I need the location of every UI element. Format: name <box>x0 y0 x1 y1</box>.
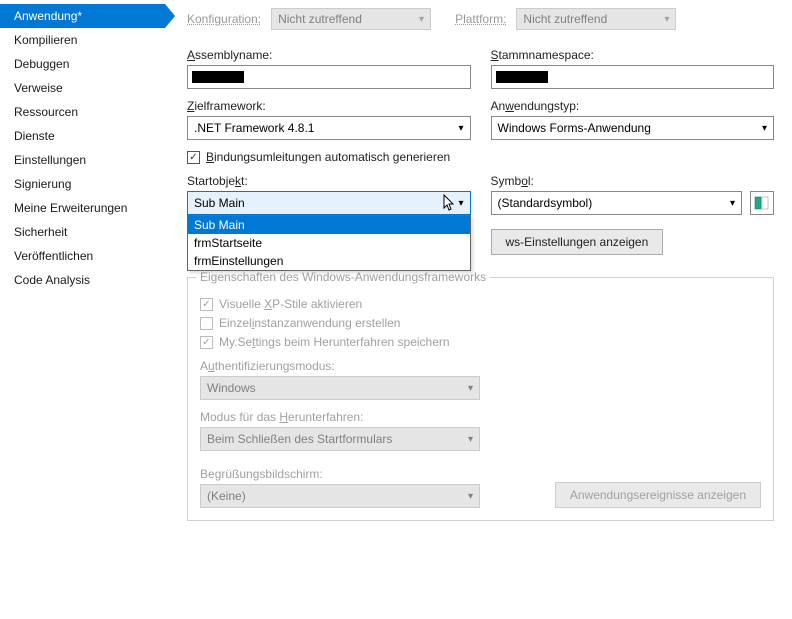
dropdown-item-frmeinstellungen[interactable]: frmEinstellungen <box>188 252 470 270</box>
mysettings-checkbox: ✓ <box>200 336 213 349</box>
single-checkbox <box>200 317 213 330</box>
startobj-select[interactable]: Sub Main▾ <box>187 191 471 215</box>
auth-select: Windows▾ <box>200 376 480 400</box>
sidebar-item-einstellungen[interactable]: Einstellungen <box>0 148 165 172</box>
sidebar-item-ressourcen[interactable]: Ressourcen <box>0 100 165 124</box>
framework-label: Zielframework: <box>187 99 471 113</box>
chevron-down-icon: ▾ <box>419 14 424 25</box>
config-select: Nicht zutreffend▾ <box>271 8 431 30</box>
chevron-down-icon: ▾ <box>468 491 473 502</box>
sidebar: Anwendung* Kompilieren Debuggen Verweise… <box>0 0 165 619</box>
config-row: Konfiguration: Nicht zutreffend▾ Plattfo… <box>187 8 774 30</box>
dropdown-item-submain[interactable]: Sub Main <box>188 216 470 234</box>
chevron-down-icon: ▾ <box>762 123 767 134</box>
shutdown-select: Beim Schließen des Startformulars▾ <box>200 427 480 451</box>
framework-select[interactable]: .NET Framework 4.8.1▾ <box>187 116 471 140</box>
main-panel: Konfiguration: Nicht zutreffend▾ Plattfo… <box>165 0 792 619</box>
autogen-label: Bindungsumleitungen automatisch generier… <box>206 150 450 164</box>
symbol-label: Symbol: <box>491 174 775 188</box>
namespace-label: Stammnamespace: <box>491 48 775 62</box>
sidebar-item-code-analysis[interactable]: Code Analysis <box>0 268 165 292</box>
symbol-browse-button[interactable] <box>750 191 774 215</box>
namespace-input[interactable] <box>491 65 775 89</box>
view-windows-settings-button[interactable]: ws-Einstellungen anzeigen <box>491 229 664 255</box>
platform-select: Nicht zutreffend▾ <box>516 8 676 30</box>
app-framework-group: Eigenschaften des Windows-Anwendungsfram… <box>187 277 774 521</box>
apptype-label: Anwendungstyp: <box>491 99 775 113</box>
config-label: Konfiguration: <box>187 12 261 26</box>
shutdown-label: Modus für das Herunterfahren: <box>200 410 761 424</box>
chevron-down-icon: ▾ <box>458 198 463 209</box>
splash-select: (Keine)▾ <box>200 484 480 508</box>
redacted-text <box>496 71 548 83</box>
group-title: Eigenschaften des Windows-Anwendungsfram… <box>196 270 490 284</box>
assembly-label: Assemblyname: <box>187 48 471 62</box>
platform-label: Plattform: <box>455 12 506 26</box>
sidebar-item-dienste[interactable]: Dienste <box>0 124 165 148</box>
sidebar-item-sicherheit[interactable]: Sicherheit <box>0 220 165 244</box>
sidebar-item-debuggen[interactable]: Debuggen <box>0 52 165 76</box>
startobj-dropdown: Sub Main frmStartseite frmEinstellungen <box>187 215 471 271</box>
mysettings-label: My.Settings beim Herunterfahren speicher… <box>219 335 450 349</box>
sidebar-item-erweiterungen[interactable]: Meine Erweiterungen <box>0 196 165 220</box>
auth-label: Authentifizierungsmodus: <box>200 359 761 373</box>
apptype-select[interactable]: Windows Forms-Anwendung▾ <box>491 116 775 140</box>
autogen-checkbox[interactable]: ✓ <box>187 151 200 164</box>
sidebar-item-signierung[interactable]: Signierung <box>0 172 165 196</box>
sidebar-item-anwendung[interactable]: Anwendung* <box>0 4 165 28</box>
splash-label: Begrüßungsbildschirm: <box>200 467 480 481</box>
chevron-down-icon: ▾ <box>730 198 735 209</box>
xp-label: Visuelle XP-Stile aktivieren <box>219 297 362 311</box>
chevron-down-icon: ▾ <box>458 123 463 134</box>
dropdown-item-frmstartseite[interactable]: frmStartseite <box>188 234 470 252</box>
sidebar-item-verweise[interactable]: Verweise <box>0 76 165 100</box>
assembly-input[interactable] <box>187 65 471 89</box>
xp-checkbox: ✓ <box>200 298 213 311</box>
sidebar-item-kompilieren[interactable]: Kompilieren <box>0 28 165 52</box>
redacted-text <box>192 71 244 83</box>
app-events-button: Anwendungsereignisse anzeigen <box>555 482 761 508</box>
chevron-down-icon: ▾ <box>664 14 669 25</box>
startobj-label: Startobjekt: <box>187 174 471 188</box>
symbol-select[interactable]: (Standardsymbol)▾ <box>491 191 743 215</box>
chevron-down-icon: ▾ <box>468 383 473 394</box>
chevron-down-icon: ▾ <box>468 434 473 445</box>
single-label: Einzelinstanzanwendung erstellen <box>219 316 400 330</box>
sidebar-item-veroeffentlichen[interactable]: Veröffentlichen <box>0 244 165 268</box>
